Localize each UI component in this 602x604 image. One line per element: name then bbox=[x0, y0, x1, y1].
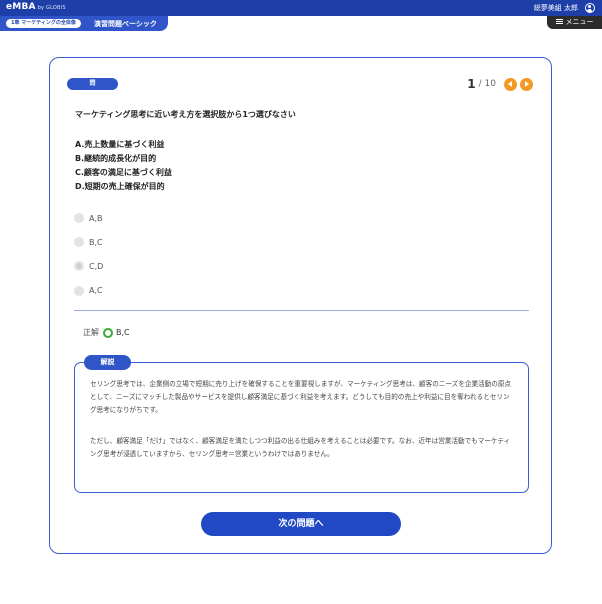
question-text: マーケティング思考に近い考え方を選択肢から1つ選びなさい bbox=[75, 110, 296, 119]
correct-answer: 正解 B,C bbox=[83, 327, 130, 338]
explanation-tab: 解説 bbox=[84, 355, 131, 370]
correct-answer-label: 正解 bbox=[83, 328, 99, 337]
top-bar: eMBA by GLOBIS 総夢美組 太郎 bbox=[0, 0, 602, 16]
statement-d: D.短期の売上確保が目的 bbox=[75, 182, 165, 191]
emba-logo[interactable]: eMBA by GLOBIS bbox=[6, 2, 66, 12]
choice-ac[interactable]: A,C bbox=[74, 279, 103, 303]
choice-label: C,D bbox=[89, 261, 104, 271]
statement-a: A.売上数量に基づく利益 bbox=[75, 140, 165, 149]
total-questions: / 10 bbox=[478, 79, 496, 89]
question-pager: 1 / 10 bbox=[467, 76, 533, 92]
choice-label: A,C bbox=[89, 286, 103, 296]
choice-bc[interactable]: B,C bbox=[74, 230, 103, 254]
choice-label: A,B bbox=[89, 213, 103, 223]
breadcrumb-title: 演習問題ベーシック bbox=[94, 20, 157, 28]
choice-cd[interactable]: C,D bbox=[74, 254, 103, 278]
correct-answer-value: B,C bbox=[116, 328, 130, 337]
quiz-card: 問 1 / 10 マーケティング思考に近い考え方を選択肢から1つ選びなさい A.… bbox=[49, 57, 552, 554]
explanation-paragraph-1: セリング思考では、企業側の立場で短期に売り上げを確保することを重要視しますが、マ… bbox=[90, 380, 512, 414]
prev-arrow-icon[interactable] bbox=[504, 77, 517, 91]
hamburger-icon bbox=[555, 19, 563, 24]
radio-icon[interactable] bbox=[74, 237, 84, 248]
menu-label: メニュー bbox=[565, 18, 594, 26]
radio-icon[interactable] bbox=[74, 213, 84, 224]
statement-list: A.売上数量に基づく利益 B.継続的成長化が目的 C.顧客の満足に基づく利益 D… bbox=[75, 138, 172, 194]
correct-ring-icon bbox=[103, 327, 113, 338]
breadcrumb: 1章 マーケティングの全体像 演習問題ベーシック bbox=[0, 16, 168, 31]
radio-icon[interactable] bbox=[74, 285, 84, 296]
chapter-pill[interactable]: 1章 マーケティングの全体像 bbox=[6, 19, 81, 28]
next-question-button[interactable]: 次の問題へ bbox=[201, 512, 401, 536]
statement-b: B.継続的成長化が目的 bbox=[75, 154, 157, 163]
current-question-number: 1 bbox=[467, 77, 476, 91]
explanation-box: 解説 セリング思考では、企業側の立場で短期に売り上げを確保することを重要視します… bbox=[74, 355, 529, 493]
divider bbox=[74, 310, 529, 311]
radio-selected-icon[interactable] bbox=[74, 261, 84, 272]
answer-choices: A,B B,C C,D A,C bbox=[74, 206, 103, 303]
user-icon[interactable] bbox=[585, 3, 595, 13]
menu-button[interactable]: メニュー bbox=[547, 16, 602, 29]
question-badge: 問 bbox=[67, 78, 118, 90]
statement-c: C.顧客の満足に基づく利益 bbox=[75, 168, 172, 177]
explanation-paragraph-2: ただし、顧客満足「だけ」ではなく、顧客満足を満たしつつ利益の出る仕組みを考えるこ… bbox=[90, 437, 511, 458]
user-name[interactable]: 総夢美組 太郎 bbox=[534, 3, 578, 13]
next-arrow-icon[interactable] bbox=[520, 77, 533, 91]
choice-label: B,C bbox=[89, 237, 103, 247]
choice-ab[interactable]: A,B bbox=[74, 206, 103, 230]
